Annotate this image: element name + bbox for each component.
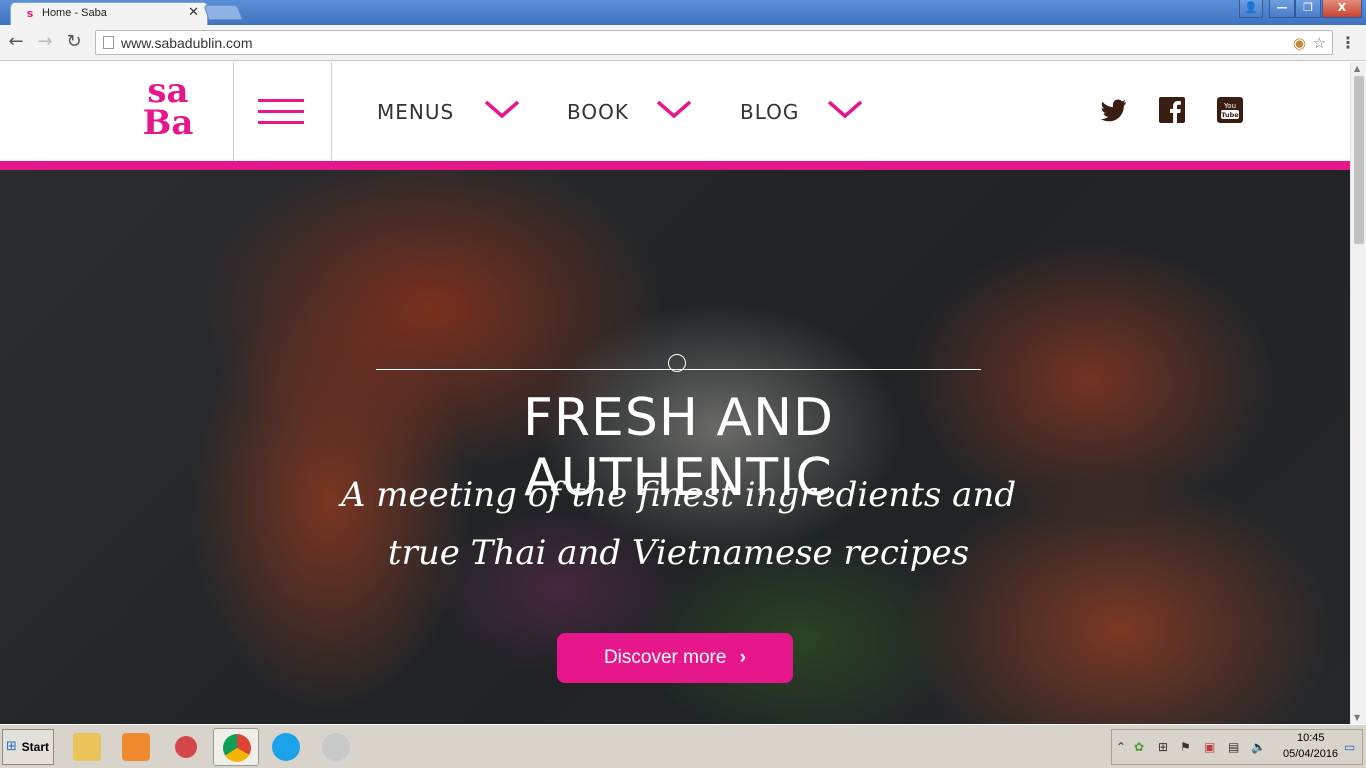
discover-more-button[interactable]: Discover more › [557, 633, 793, 683]
svg-text:Tube: Tube [1221, 111, 1239, 119]
windows-taskbar: ⊞ Start ⌃ ✿ ⊞ ⚑ ▣ ▤ 🔈 ▭ [0, 724, 1366, 768]
reload-icon[interactable]: ↻ [64, 32, 84, 52]
browser-titlebar: s Home - Saba ✕ 👤 — ❐ X [0, 0, 1366, 25]
paint-icon[interactable] [313, 728, 359, 766]
hero-divider-circle [668, 354, 686, 372]
hamburger-menu-icon[interactable] [258, 95, 304, 129]
tray-expand-icon[interactable]: ⌃ [1116, 740, 1126, 754]
youtube-icon[interactable]: You Tube [1216, 96, 1244, 124]
page-icon [103, 36, 114, 49]
tray-network-icon[interactable]: ✿ [1134, 740, 1144, 754]
chevron-down-icon[interactable] [656, 98, 692, 120]
tab-close-icon[interactable]: ✕ [188, 5, 199, 20]
snipping-tool-icon[interactable] [163, 728, 209, 766]
hero-subtitle-line-2: true Thai and Vietnamese recipes [387, 533, 970, 573]
nav-book[interactable]: BOOK [567, 100, 629, 124]
chrome-icon[interactable] [213, 728, 259, 766]
header-divider [331, 62, 332, 161]
saba-logo[interactable]: sa Ba [140, 74, 196, 148]
tray-display-icon[interactable]: ▤ [1228, 740, 1239, 754]
explorer-icon[interactable] [64, 728, 110, 766]
logo-line-2: Ba [142, 103, 194, 143]
page-scrollbar[interactable]: ▲ ▼ [1350, 62, 1366, 724]
chevron-right-icon: › [739, 647, 747, 668]
tab-title: Home - Saba [42, 7, 107, 19]
profile-button[interactable]: 👤 [1239, 0, 1263, 18]
show-desktop-icon[interactable]: ▭ [1344, 740, 1355, 754]
minimize-button[interactable]: — [1269, 0, 1295, 18]
start-button[interactable]: ⊞ Start [2, 729, 54, 765]
facebook-icon[interactable] [1158, 96, 1186, 124]
nav-blog[interactable]: BLOG [740, 100, 799, 124]
new-tab-button[interactable] [203, 5, 243, 20]
extension-cookie-icon[interactable]: ◉ [1293, 34, 1306, 52]
browser-tab[interactable]: s Home - Saba ✕ [10, 2, 208, 25]
chevron-down-icon[interactable] [484, 98, 520, 120]
browser-menu-icon[interactable]: ⋮ [1340, 33, 1356, 52]
forward-arrow-icon[interactable]: → [35, 32, 55, 52]
scroll-thumb[interactable] [1354, 76, 1364, 244]
skype-icon[interactable] [263, 728, 309, 766]
start-label: Start [21, 740, 49, 754]
header-accent-bar [0, 161, 1350, 170]
twitter-icon[interactable] [1100, 96, 1128, 124]
tray-volume-icon[interactable]: 🔈 [1251, 740, 1266, 754]
scroll-down-icon[interactable]: ▼ [1354, 713, 1360, 722]
header-divider [233, 62, 234, 161]
clock-time[interactable]: 10:45 [1297, 732, 1325, 744]
browser-toolbar: ← → ↻ www.sabadublin.com ◉ ☆ ⋮ [0, 25, 1366, 61]
tray-windows-icon[interactable]: ⊞ [1158, 740, 1168, 754]
tray-flag-icon[interactable]: ⚑ [1180, 740, 1191, 754]
media-player-icon[interactable] [113, 728, 159, 766]
clock-date[interactable]: 05/04/2016 [1283, 748, 1338, 760]
bookmark-star-icon[interactable]: ☆ [1313, 34, 1326, 52]
hero-banner: FRESH AND AUTHENTIC A meeting of the fin… [0, 170, 1350, 724]
web-page: sa Ba MENUS BOOK BLOG You Tube FRESH AND… [0, 62, 1350, 724]
svg-text:You: You [1223, 102, 1236, 110]
maximize-button[interactable]: ❐ [1295, 0, 1321, 18]
url-text[interactable]: www.sabadublin.com [121, 35, 253, 51]
hero-subtitle: A meeting of the finest ingredients and … [300, 466, 1057, 582]
saba-favicon-icon: s [26, 7, 34, 20]
back-arrow-icon[interactable]: ← [6, 32, 26, 52]
nav-menus[interactable]: MENUS [377, 100, 454, 124]
chevron-down-icon[interactable] [827, 98, 863, 120]
scroll-up-icon[interactable]: ▲ [1354, 64, 1360, 73]
discover-more-label: Discover more [603, 647, 727, 668]
hero-subtitle-line-1: A meeting of the finest ingredients and [340, 475, 1017, 515]
tray-security-icon[interactable]: ▣ [1204, 740, 1215, 754]
close-window-button[interactable]: X [1322, 0, 1362, 18]
site-header: sa Ba MENUS BOOK BLOG You Tube [0, 62, 1350, 161]
address-bar[interactable]: www.sabadublin.com ◉ ☆ [95, 30, 1333, 55]
windows-logo-icon: ⊞ [6, 739, 17, 754]
